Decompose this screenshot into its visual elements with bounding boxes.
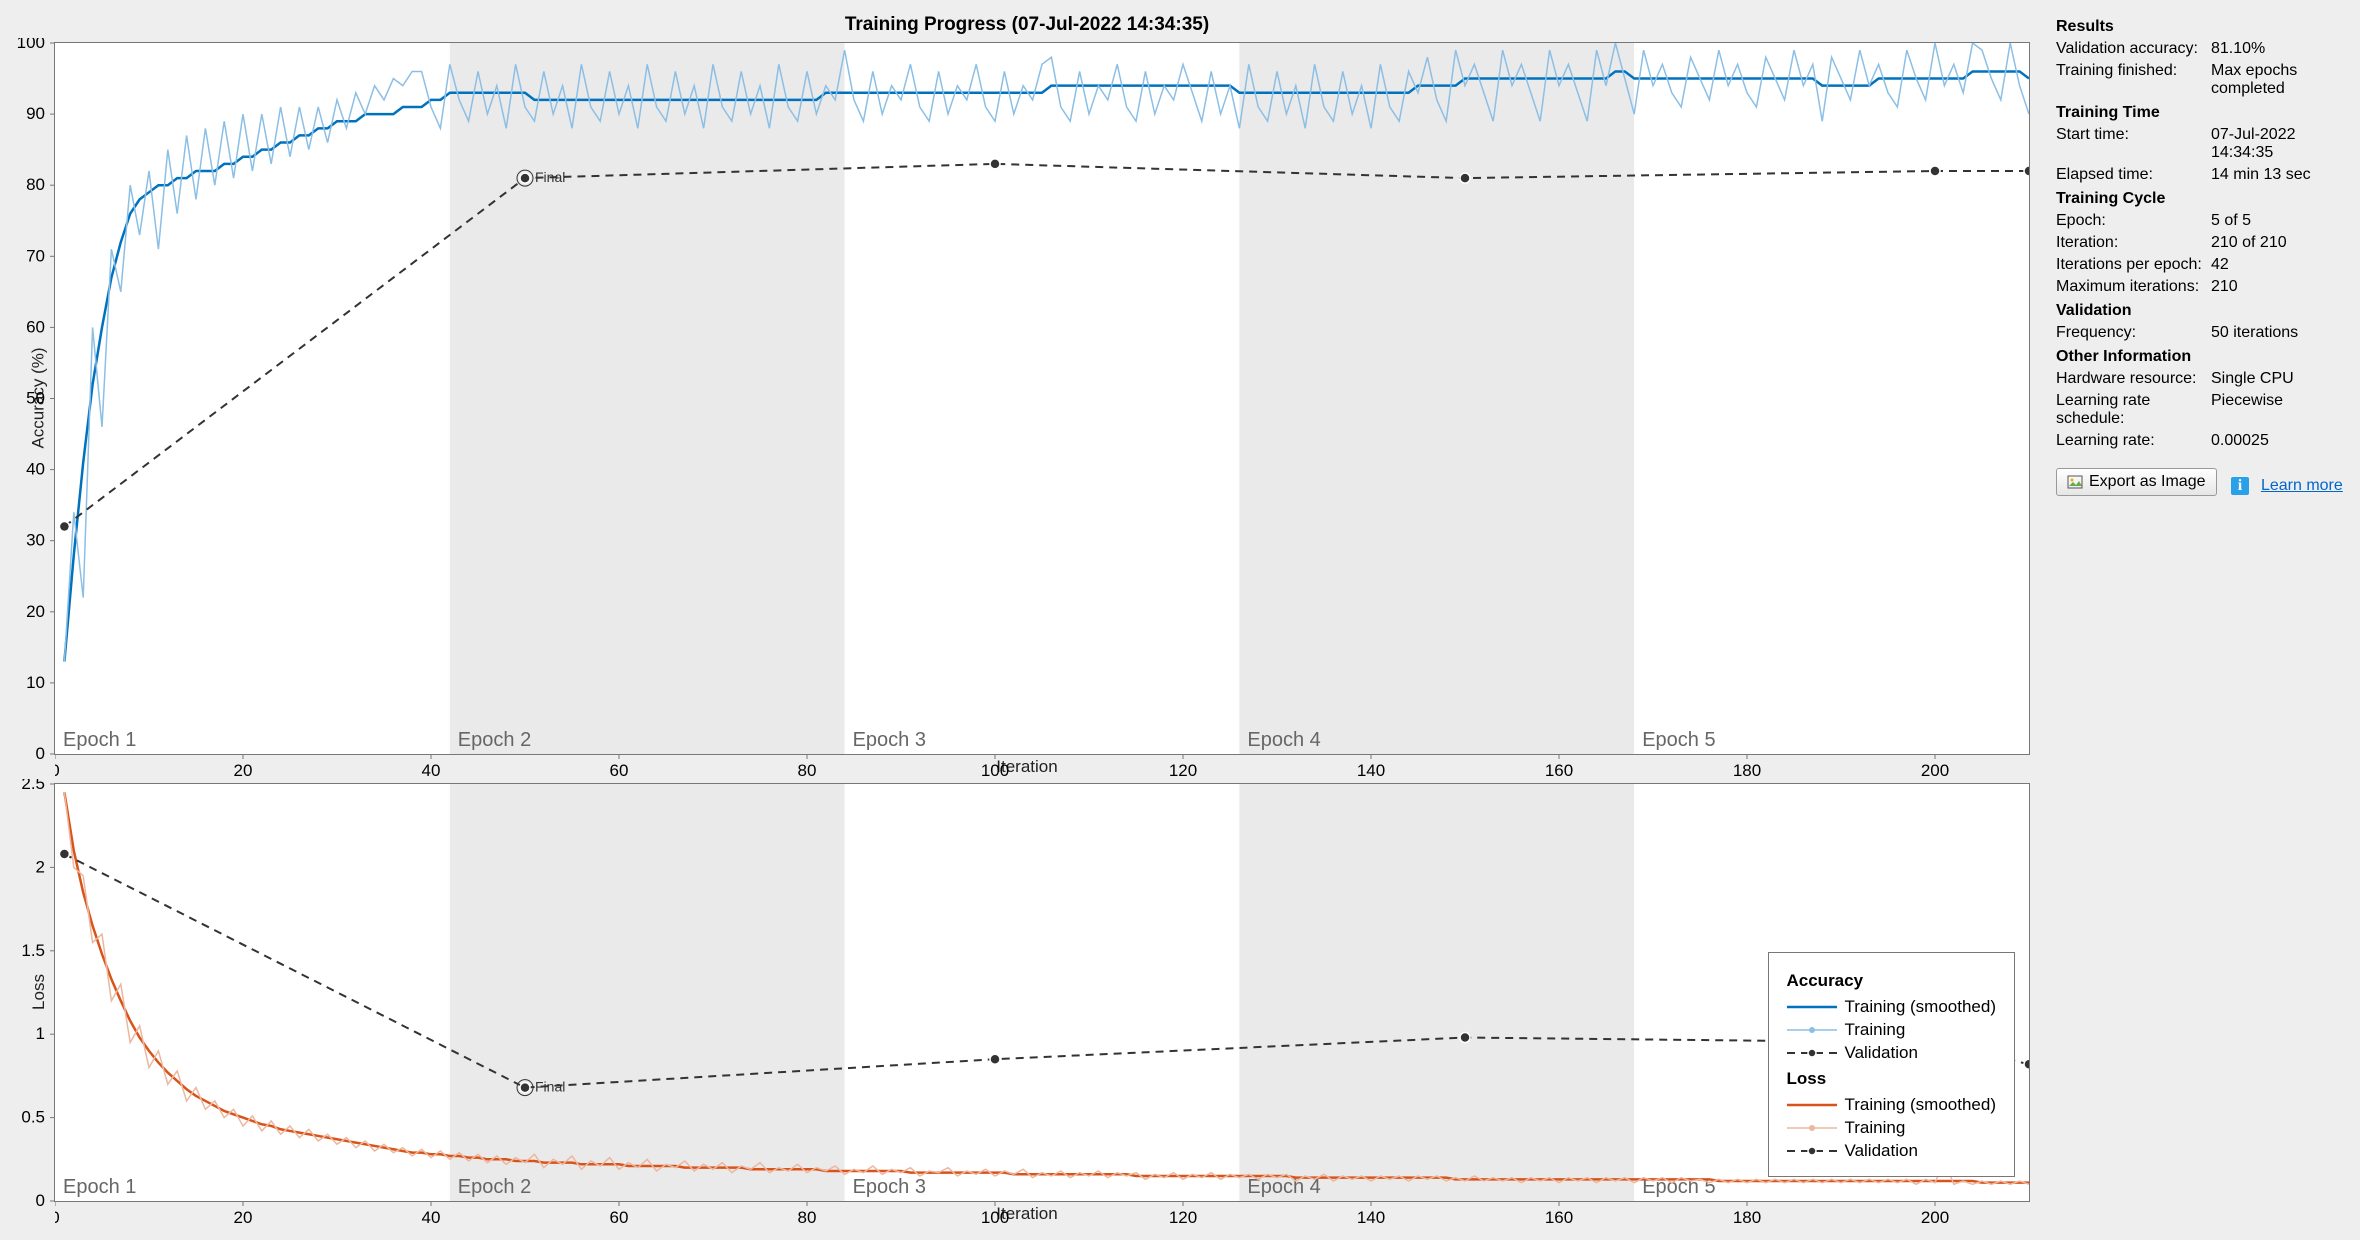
svg-text:Final: Final <box>535 169 565 185</box>
svg-text:10: 10 <box>26 673 45 692</box>
svg-text:100: 100 <box>17 38 45 52</box>
train-finished-label: Training finished: <box>2056 62 2211 98</box>
legend-loss-val: Validation <box>1845 1141 1918 1161</box>
start-time-value: 07-Jul-2022 14:34:35 <box>2211 126 2344 162</box>
svg-text:Epoch 1: Epoch 1 <box>63 1176 136 1198</box>
svg-text:80: 80 <box>26 175 45 194</box>
svg-text:140: 140 <box>1357 1208 1385 1227</box>
time-header: Training Time <box>2056 104 2344 122</box>
svg-text:70: 70 <box>26 246 45 265</box>
legend-acc-raw: Training <box>1845 1020 1906 1040</box>
validation-header: Validation <box>2056 302 2344 320</box>
train-finished-value: Max epochs completed <box>2211 62 2344 98</box>
svg-text:90: 90 <box>26 104 45 123</box>
hw-value: Single CPU <box>2211 370 2344 388</box>
accuracy-chart: Accuracy (%) Epoch 1Epoch 2Epoch 3Epoch … <box>24 42 2030 755</box>
ipe-label: Iterations per epoch: <box>2056 256 2211 274</box>
export-button-label: Export as Image <box>2089 473 2206 491</box>
svg-text:2.5: 2.5 <box>21 779 45 793</box>
svg-text:0: 0 <box>36 744 45 763</box>
svg-text:60: 60 <box>610 1208 629 1227</box>
svg-text:100: 100 <box>981 1208 1009 1227</box>
loss-chart: Loss Epoch 1Epoch 2Epoch 3Epoch 4Epoch 5… <box>24 783 2030 1202</box>
legend-loss-raw: Training <box>1845 1118 1906 1138</box>
results-header: Results <box>2056 18 2344 36</box>
hw-label: Hardware resource: <box>2056 370 2211 388</box>
svg-text:0.5: 0.5 <box>21 1107 45 1126</box>
svg-text:Final: Final <box>535 1078 565 1094</box>
svg-text:200: 200 <box>1921 761 1949 780</box>
lr-value: 0.00025 <box>2211 432 2344 450</box>
max-iter-value: 210 <box>2211 278 2344 296</box>
svg-text:Epoch 3: Epoch 3 <box>853 1176 926 1198</box>
svg-text:160: 160 <box>1545 1208 1573 1227</box>
svg-text:180: 180 <box>1733 761 1761 780</box>
svg-text:80: 80 <box>798 1208 817 1227</box>
export-button[interactable]: Export as Image <box>2056 468 2217 496</box>
svg-text:Epoch 2: Epoch 2 <box>458 729 531 751</box>
svg-text:120: 120 <box>1169 761 1197 780</box>
svg-text:40: 40 <box>422 1208 441 1227</box>
svg-text:30: 30 <box>26 531 45 550</box>
image-icon <box>2067 474 2083 490</box>
val-acc-value: 81.10% <box>2211 40 2344 58</box>
svg-text:1: 1 <box>36 1024 45 1043</box>
svg-text:180: 180 <box>1733 1208 1761 1227</box>
max-iter-label: Maximum iterations: <box>2056 278 2211 296</box>
svg-text:120: 120 <box>1169 1208 1197 1227</box>
legend-loss-hdr: Loss <box>1787 1069 1997 1089</box>
legend-accuracy-hdr: Accuracy <box>1787 971 1997 991</box>
elapsed-value: 14 min 13 sec <box>2211 166 2344 184</box>
svg-text:Epoch 2: Epoch 2 <box>458 1176 531 1198</box>
iteration-value: 210 of 210 <box>2211 234 2344 252</box>
svg-text:0: 0 <box>55 761 60 780</box>
epoch-value: 5 of 5 <box>2211 212 2344 230</box>
learn-more-link[interactable]: Learn more <box>2261 477 2343 494</box>
svg-text:40: 40 <box>26 460 45 479</box>
svg-text:60: 60 <box>26 317 45 336</box>
freq-label: Frequency: <box>2056 324 2211 342</box>
svg-text:200: 200 <box>1921 1208 1949 1227</box>
svg-text:2: 2 <box>36 857 45 876</box>
info-icon: i <box>2231 477 2249 495</box>
svg-text:Epoch 5: Epoch 5 <box>1642 729 1715 751</box>
svg-text:0: 0 <box>55 1208 60 1227</box>
iteration-label: Iteration: <box>2056 234 2211 252</box>
svg-text:Epoch 1: Epoch 1 <box>63 729 136 751</box>
start-time-label: Start time: <box>2056 126 2211 162</box>
legend: Accuracy Training (smoothed) Training Va… <box>1768 952 2016 1177</box>
svg-text:40: 40 <box>422 761 441 780</box>
svg-text:1.5: 1.5 <box>21 941 45 960</box>
other-header: Other Information <box>2056 348 2344 366</box>
cycle-header: Training Cycle <box>2056 190 2344 208</box>
val-acc-label: Validation accuracy: <box>2056 40 2211 58</box>
freq-value: 50 iterations <box>2211 324 2344 342</box>
svg-text:50: 50 <box>26 389 45 408</box>
sidebar: Results Validation accuracy:81.10% Train… <box>2040 0 2360 1240</box>
svg-text:Epoch 4: Epoch 4 <box>1247 729 1320 751</box>
lrs-label: Learning rate schedule: <box>2056 392 2211 428</box>
lr-label: Learning rate: <box>2056 432 2211 450</box>
page-title: Training Progress (07-Jul-2022 14:34:35) <box>24 14 2030 36</box>
legend-loss-smoothed: Training (smoothed) <box>1845 1095 1997 1115</box>
svg-text:20: 20 <box>234 761 253 780</box>
svg-text:Epoch 3: Epoch 3 <box>853 729 926 751</box>
svg-text:0: 0 <box>36 1191 45 1210</box>
svg-text:20: 20 <box>26 602 45 621</box>
legend-acc-smoothed: Training (smoothed) <box>1845 997 1997 1017</box>
ipe-value: 42 <box>2211 256 2344 274</box>
elapsed-label: Elapsed time: <box>2056 166 2211 184</box>
svg-text:100: 100 <box>981 761 1009 780</box>
svg-text:140: 140 <box>1357 761 1385 780</box>
svg-text:160: 160 <box>1545 761 1573 780</box>
legend-acc-val: Validation <box>1845 1043 1918 1063</box>
svg-text:20: 20 <box>234 1208 253 1227</box>
svg-text:60: 60 <box>610 761 629 780</box>
epoch-label: Epoch: <box>2056 212 2211 230</box>
svg-text:80: 80 <box>798 761 817 780</box>
lrs-value: Piecewise <box>2211 392 2344 428</box>
